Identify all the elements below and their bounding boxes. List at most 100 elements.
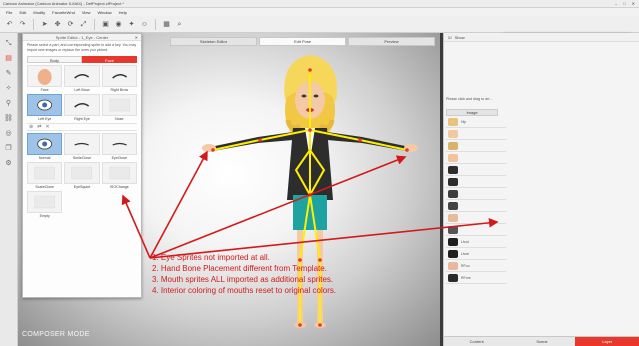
part-right-brow[interactable]: Right Brow — [101, 65, 137, 92]
layer-thumbnail — [448, 141, 458, 150]
sprite-eyeclose[interactable]: EyeClose — [101, 133, 137, 160]
layer-row[interactable] — [446, 200, 506, 212]
sprite-thumbnail[interactable] — [101, 65, 137, 87]
sprite-label: Normal — [38, 156, 51, 160]
layer-row[interactable] — [446, 188, 506, 200]
panel-title: Sprite Editor - 1_Eye - Center ✕ — [23, 34, 141, 41]
layer-row[interactable]: RFore — [446, 272, 506, 284]
layer-row[interactable] — [446, 152, 506, 164]
layer-name: RFore — [461, 275, 471, 280]
tab-face[interactable]: Face — [82, 56, 137, 63]
layer-thumbnail — [448, 249, 458, 258]
sprite-empty[interactable]: Empty — [27, 191, 63, 218]
right-eye[interactable] — [313, 94, 319, 98]
sprite-normal[interactable]: Normal — [27, 133, 63, 160]
sprite-thumbnail[interactable] — [101, 133, 137, 155]
part-right-eye[interactable]: Right Eye — [64, 94, 100, 121]
panel-title-text: Sprite Editor - 1_Eye - Center — [55, 35, 109, 40]
tab-scene[interactable]: Scene — [509, 336, 575, 346]
layer-row[interactable] — [446, 176, 506, 188]
layer-thumbnail — [448, 165, 458, 174]
part-nose[interactable]: Nose — [101, 94, 137, 121]
joint[interactable] — [298, 323, 302, 327]
layer-thumbnail — [448, 129, 458, 138]
layer-row[interactable]: Hip — [446, 116, 506, 128]
sprite-smileclose[interactable]: SmileClose — [64, 133, 100, 160]
joint[interactable] — [308, 68, 312, 72]
layer-thumbnail — [448, 225, 458, 234]
sprite-thumbnail[interactable] — [27, 94, 63, 116]
sprite-thumbnail[interactable] — [101, 94, 137, 116]
eye-sprite-editor-panel: Sprite Editor - 1_Eye - Center ✕ Please … — [22, 33, 142, 298]
sprite-thumbnail[interactable] — [27, 133, 63, 155]
sprite-thumbnail[interactable] — [64, 162, 100, 184]
part-left-brow[interactable]: Left Brow — [64, 65, 100, 92]
sprite-label: EyeSquint — [73, 185, 91, 189]
joint[interactable] — [358, 138, 362, 142]
close-icon[interactable]: ✕ — [135, 34, 138, 41]
show-checkbox[interactable]: ☑ — [448, 35, 452, 40]
layer-thumbnail — [448, 261, 458, 270]
image-column-header: Image — [446, 109, 498, 116]
annotation-2: 2. Hand Bone Placement different from Te… — [152, 264, 327, 273]
show-label: Show — [454, 34, 465, 40]
layer-row[interactable]: RFoo — [446, 260, 506, 272]
part-label: Nose — [115, 117, 124, 121]
layer-thumbnail — [448, 273, 458, 282]
joint[interactable] — [258, 138, 262, 142]
part-face[interactable]: Face — [27, 65, 63, 92]
import-icon[interactable]: ⊕ — [29, 124, 33, 130]
sprite-label: EyeClose — [111, 156, 128, 160]
sprite-toolbar: ⊕ ⇄ ✕ — [27, 123, 137, 131]
part-left-eye[interactable]: Left Eye — [27, 94, 63, 121]
annotation-4: 4. Interior coloring of mouths reset to … — [152, 286, 337, 295]
sprite-label: ScareClose — [35, 185, 54, 189]
layer-row[interactable] — [446, 164, 506, 176]
layer-row[interactable] — [446, 128, 506, 140]
layer-thumbnail — [448, 117, 458, 126]
joint[interactable] — [405, 148, 409, 152]
layer-thumbnail — [448, 237, 458, 246]
part-grid: Face Left Brow Right Brow Left Eye Right Eye… — [27, 65, 137, 121]
panel-description: Please select a part, and corresponding … — [27, 43, 137, 52]
sprite-thumbnail[interactable] — [101, 162, 137, 184]
part-label: Face — [40, 88, 49, 92]
sprite-scareclose[interactable]: ScareClose — [27, 162, 63, 189]
layer-row[interactable]: Lfore — [446, 248, 506, 260]
tab-layer[interactable]: Layer — [574, 336, 639, 346]
replace-icon[interactable]: ⇄ — [37, 124, 41, 130]
layer-list: Hip Lfoot Lfore RFoo RFore — [446, 116, 506, 284]
sprite-thumbnail[interactable] — [27, 191, 63, 213]
layer-row[interactable] — [446, 140, 506, 152]
joint[interactable] — [308, 193, 312, 197]
layer-row[interactable] — [446, 212, 506, 224]
composer-mode-label: COMPOSER MODE — [22, 331, 90, 338]
sprite-thumbnail[interactable] — [64, 65, 100, 87]
delete-icon[interactable]: ✕ — [45, 124, 49, 130]
sprite-grid: Normal SmileClose EyeClose ScareClose EyeSqu… — [27, 133, 137, 218]
sprite-thumbnail[interactable] — [27, 65, 63, 87]
sprite-isochange[interactable]: ISOChange — [101, 162, 137, 189]
sprite-eyesquint[interactable]: EyeSquint — [64, 162, 100, 189]
layer-name: Lfoot — [461, 239, 469, 244]
sprite-thumbnail[interactable] — [27, 162, 63, 184]
joint[interactable] — [318, 323, 322, 327]
sprite-thumbnail[interactable] — [64, 133, 100, 155]
sprite-thumbnail[interactable] — [64, 94, 100, 116]
part-tabs: Body Face — [27, 56, 137, 63]
joint[interactable] — [308, 128, 312, 132]
layer-panel: ☑ Show Please click and drag to arr... I… — [443, 33, 639, 346]
layer-thumbnail — [448, 213, 458, 222]
layer-thumbnail — [448, 189, 458, 198]
tab-content[interactable]: Content — [444, 336, 510, 346]
layer-thumbnail — [448, 153, 458, 162]
left-eye[interactable] — [301, 94, 307, 98]
layer-row[interactable]: Lfoot — [446, 236, 506, 248]
joint[interactable] — [211, 148, 215, 152]
layer-panel-header: ☑ Show — [444, 33, 639, 42]
sprite-label: Empty — [39, 214, 50, 218]
tab-body[interactable]: Body — [27, 56, 82, 63]
layer-name: Hip — [461, 119, 467, 124]
annotation-3: 3. Mouth sprites ALL imported as additio… — [152, 275, 334, 284]
layer-row[interactable] — [446, 224, 506, 236]
